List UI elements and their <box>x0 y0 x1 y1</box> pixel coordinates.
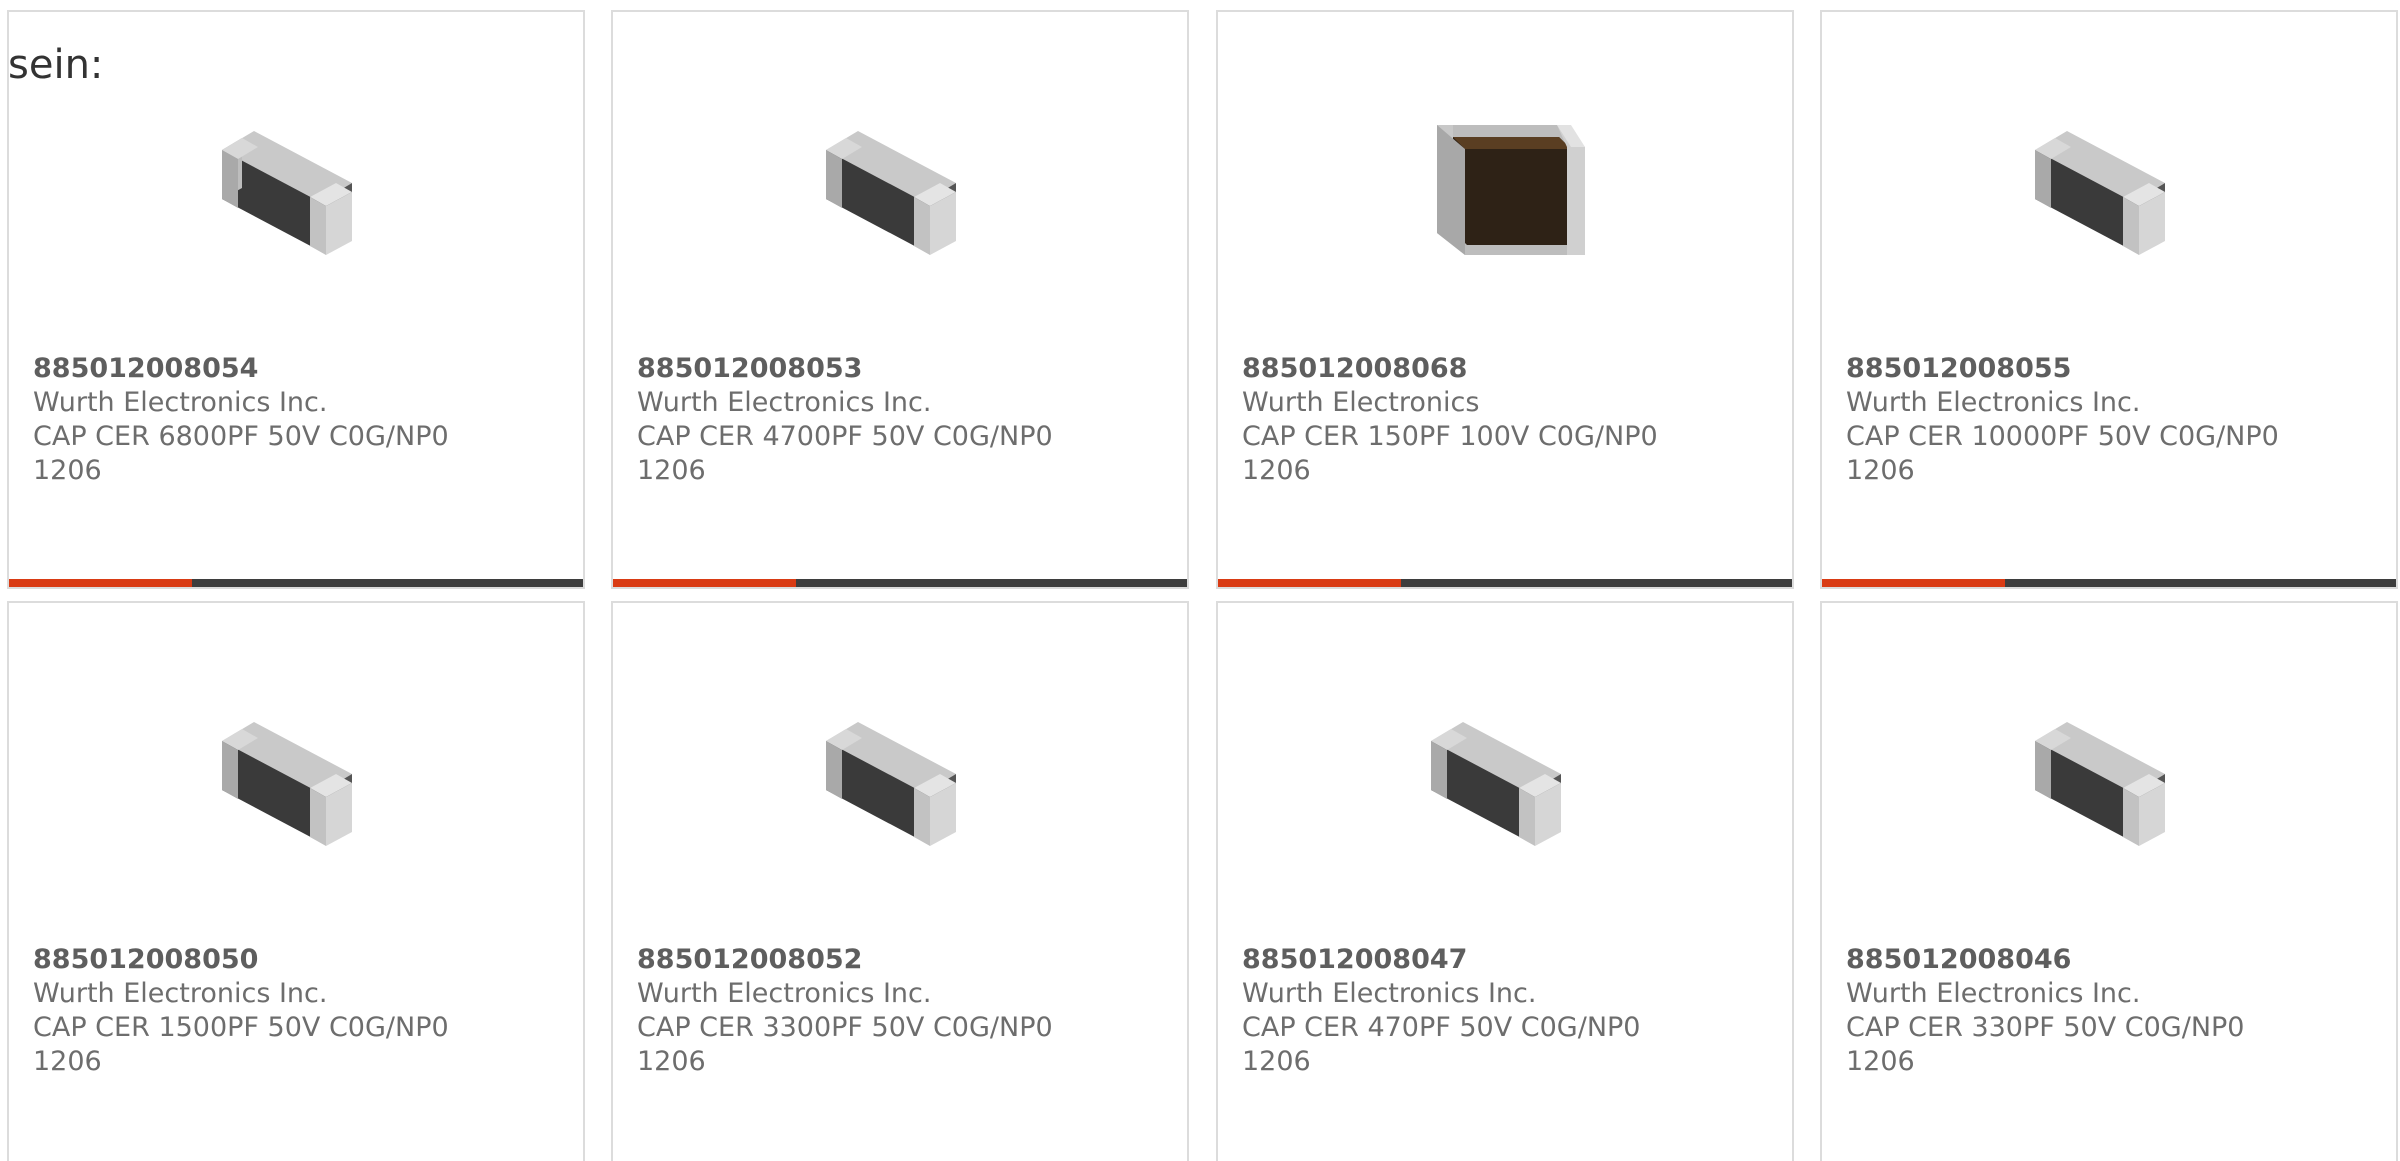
product-card[interactable]: 885012008046 Wurth Electronics Inc. CAP … <box>1820 601 2398 1161</box>
description: CAP CER 150PF 100V C0G/NP0 <box>1242 421 1658 452</box>
ceramic-capacitor-gray-icon[interactable] <box>802 676 998 872</box>
description: CAP CER 10000PF 50V C0G/NP0 <box>1846 421 2279 452</box>
product-grid-page: sein: 885012008054 Wurth Electronics Inc… <box>0 0 2400 1161</box>
package: 1206 <box>1846 1046 1915 1077</box>
product-card[interactable]: 885012008047 Wurth Electronics Inc. CAP … <box>1216 601 1794 1161</box>
product-info: 885012008054 Wurth Electronics Inc. CAP … <box>33 352 567 488</box>
intro-text: sein: <box>8 42 104 88</box>
ceramic-capacitor-gray-icon[interactable] <box>2011 676 2207 872</box>
product-card[interactable]: 885012008068 Wurth Electronics CAP CER 1… <box>1216 10 1794 589</box>
product-card[interactable]: 885012008052 Wurth Electronics Inc. CAP … <box>611 601 1189 1161</box>
ceramic-capacitor-gray-icon[interactable] <box>2011 85 2207 281</box>
part-number[interactable]: 885012008047 <box>1242 943 1776 977</box>
package: 1206 <box>33 455 102 486</box>
description: CAP CER 3300PF 50V C0G/NP0 <box>637 1012 1053 1043</box>
package: 1206 <box>1242 1046 1311 1077</box>
part-number[interactable]: 885012008050 <box>33 943 567 977</box>
description: CAP CER 330PF 50V C0G/NP0 <box>1846 1012 2245 1043</box>
manufacturer: Wurth Electronics Inc. <box>1846 387 2141 418</box>
manufacturer: Wurth Electronics Inc. <box>637 978 932 1009</box>
product-info: 885012008052 Wurth Electronics Inc. CAP … <box>637 943 1171 1079</box>
card-accent-bar <box>1822 579 2396 587</box>
product-info: 885012008053 Wurth Electronics Inc. CAP … <box>637 352 1171 488</box>
description: CAP CER 470PF 50V C0G/NP0 <box>1242 1012 1641 1043</box>
product-card[interactable]: 885012008053 Wurth Electronics Inc. CAP … <box>611 10 1189 589</box>
card-accent-bar <box>613 579 1187 587</box>
product-info: 885012008046 Wurth Electronics Inc. CAP … <box>1846 943 2380 1079</box>
product-card[interactable]: 885012008054 Wurth Electronics Inc. CAP … <box>7 10 585 589</box>
product-info: 885012008047 Wurth Electronics Inc. CAP … <box>1242 943 1776 1079</box>
description: CAP CER 6800PF 50V C0G/NP0 <box>33 421 449 452</box>
package: 1206 <box>33 1046 102 1077</box>
ceramic-capacitor-gray-icon[interactable] <box>1407 676 1603 872</box>
product-info: 885012008050 Wurth Electronics Inc. CAP … <box>33 943 567 1079</box>
package: 1206 <box>637 455 706 486</box>
ceramic-capacitor-gray-icon[interactable] <box>802 85 998 281</box>
part-number[interactable]: 885012008055 <box>1846 352 2380 386</box>
manufacturer: Wurth Electronics <box>1242 387 1480 418</box>
manufacturer: Wurth Electronics Inc. <box>1242 978 1537 1009</box>
description: CAP CER 1500PF 50V C0G/NP0 <box>33 1012 449 1043</box>
part-number[interactable]: 885012008053 <box>637 352 1171 386</box>
package: 1206 <box>1242 455 1311 486</box>
accent-orange-segment <box>613 579 796 587</box>
product-info: 885012008068 Wurth Electronics CAP CER 1… <box>1242 352 1776 488</box>
product-info: 885012008055 Wurth Electronics Inc. CAP … <box>1846 352 2380 488</box>
card-accent-bar <box>1218 579 1792 587</box>
manufacturer: Wurth Electronics Inc. <box>33 978 328 1009</box>
accent-orange-segment <box>1218 579 1401 587</box>
package: 1206 <box>637 1046 706 1077</box>
manufacturer: Wurth Electronics Inc. <box>637 387 932 418</box>
accent-orange-segment <box>9 579 192 587</box>
part-number[interactable]: 885012008052 <box>637 943 1171 977</box>
ceramic-capacitor-gray-icon[interactable] <box>198 85 394 281</box>
ceramic-capacitor-brown-icon[interactable] <box>1407 85 1603 281</box>
description: CAP CER 4700PF 50V C0G/NP0 <box>637 421 1053 452</box>
card-accent-bar <box>9 579 583 587</box>
part-number[interactable]: 885012008046 <box>1846 943 2380 977</box>
package: 1206 <box>1846 455 1915 486</box>
ceramic-capacitor-gray-icon[interactable] <box>198 676 394 872</box>
product-card[interactable]: 885012008055 Wurth Electronics Inc. CAP … <box>1820 10 2398 589</box>
part-number[interactable]: 885012008068 <box>1242 352 1776 386</box>
manufacturer: Wurth Electronics Inc. <box>33 387 328 418</box>
product-card[interactable]: 885012008050 Wurth Electronics Inc. CAP … <box>7 601 585 1161</box>
part-number[interactable]: 885012008054 <box>33 352 567 386</box>
manufacturer: Wurth Electronics Inc. <box>1846 978 2141 1009</box>
accent-orange-segment <box>1822 579 2005 587</box>
